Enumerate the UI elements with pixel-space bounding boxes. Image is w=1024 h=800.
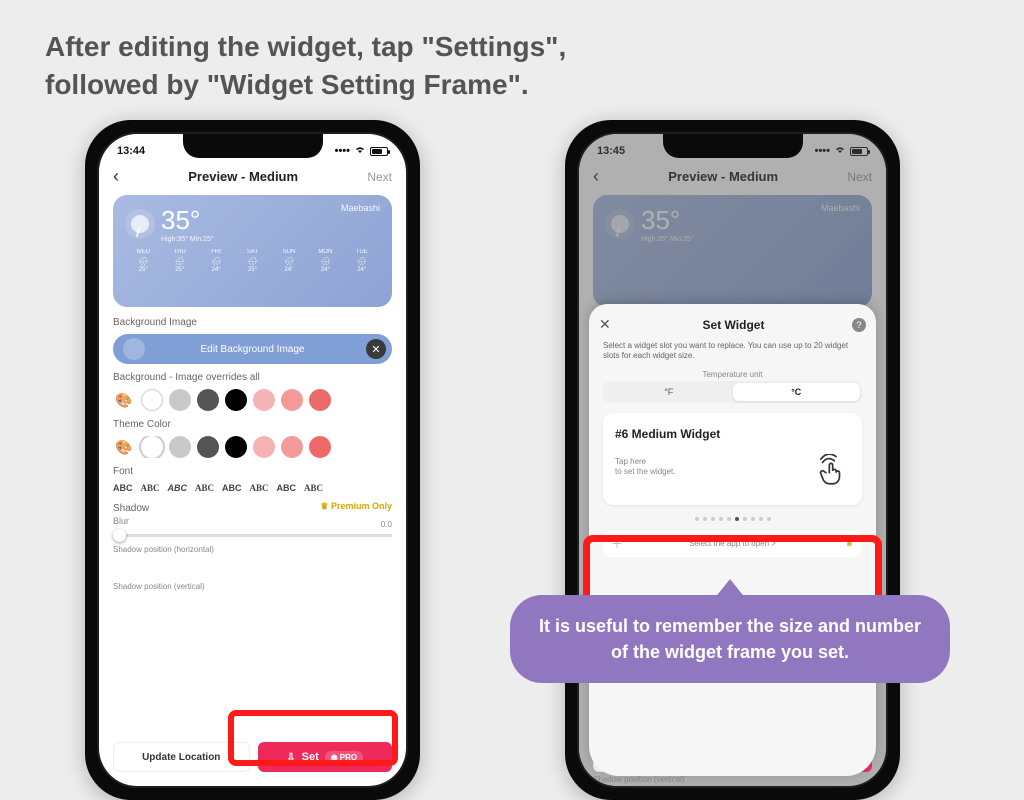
swatch-black[interactable]: [225, 389, 247, 411]
label-bg-override: Background - Image overrides all: [113, 372, 392, 383]
weather-icon: [125, 209, 155, 239]
font-option[interactable]: ABC: [222, 483, 242, 493]
tap-hand-icon: [814, 454, 848, 493]
set-button[interactable]: ⇩ Set ◉ PRO: [258, 742, 393, 772]
screen-right: 13:45 •••• ‹ Preview - Medium Next Maeba…: [579, 134, 886, 786]
tip-bubble: It is useful to remember the size and nu…: [510, 595, 950, 683]
signal-icon: ••••: [335, 145, 350, 157]
next-button[interactable]: Next: [367, 170, 392, 184]
pro-badge: ◉ PRO: [325, 751, 363, 764]
notch: [663, 134, 803, 158]
font-option[interactable]: ABC: [113, 483, 133, 493]
font-option[interactable]: ABC: [250, 483, 269, 493]
font-options: ABC ABC ABC ABC ABC ABC ABC ABC: [113, 483, 392, 493]
font-option[interactable]: ABC: [195, 483, 214, 493]
swatch-red[interactable]: [309, 436, 331, 458]
swatch-white[interactable]: [141, 389, 163, 411]
premium-badge: Premium Only: [320, 501, 392, 512]
crown-icon: ♛: [845, 538, 854, 549]
palette-icon[interactable]: 🎨: [113, 392, 135, 409]
label-theme-color: Theme Color: [113, 419, 392, 430]
content: Maebashi 35° High:35° Min:25° WED25° THU…: [99, 195, 406, 593]
unit-c[interactable]: °C: [733, 383, 861, 401]
palette-icon[interactable]: 🎨: [113, 439, 135, 456]
forecast-row: WED25° THU25° FRI24° SAT25° SUN24° MON24…: [125, 249, 380, 275]
label-shadow-vertical: Shadow position (vertical): [113, 582, 392, 591]
label-shadow-vertical: Shadow position (vertical): [593, 775, 685, 784]
swatch-pink1[interactable]: [253, 389, 275, 411]
notch: [183, 134, 323, 158]
status-icons: ••••: [335, 145, 388, 157]
modal-description: Select a widget slot you want to replace…: [599, 341, 866, 370]
swatch-black[interactable]: [225, 436, 247, 458]
blur-slider[interactable]: 0.0: [113, 534, 392, 537]
swatch-red[interactable]: [309, 389, 331, 411]
modal-title: Set Widget: [615, 318, 852, 332]
theme-color-swatches: 🎨: [113, 436, 392, 458]
swatch-white[interactable]: [141, 436, 163, 458]
download-icon: ⇩: [286, 751, 295, 764]
instruction-line1: After editing the widget, tap "Settings"…: [45, 28, 979, 66]
open-app-label: Select the app to open >: [689, 539, 776, 548]
font-option[interactable]: ABC: [168, 483, 188, 493]
label-font: Font: [113, 466, 392, 477]
update-location-button[interactable]: Update Location: [113, 742, 250, 772]
swatch-pink2[interactable]: [281, 389, 303, 411]
slot-pager[interactable]: [599, 517, 866, 521]
instruction-line2: followed by "Widget Setting Frame".: [45, 66, 979, 104]
bubble-icon: [123, 338, 145, 360]
edit-bg-label: Edit Background Image: [201, 344, 305, 355]
font-option[interactable]: ABC: [304, 483, 323, 493]
widget-slot-card[interactable]: #6 Medium Widget Tap here to set the wid…: [603, 413, 862, 505]
background-color-swatches: 🎨: [113, 389, 392, 411]
select-app-button[interactable]: ＋ Select the app to open > ♛: [603, 531, 862, 557]
font-option[interactable]: ABC: [141, 483, 160, 493]
plus-icon: ＋: [611, 535, 623, 552]
blur-value: 0.0: [381, 520, 392, 529]
label-shadow: Shadow: [113, 503, 149, 514]
set-widget-modal: ✕ Set Widget ? Select a widget slot you …: [589, 304, 876, 776]
status-time: 13:44: [117, 145, 145, 157]
swatch-grey[interactable]: [169, 436, 191, 458]
slider-thumb[interactable]: [113, 529, 126, 542]
weather-location: Maebashi: [341, 203, 380, 213]
close-icon[interactable]: ✕: [599, 316, 615, 333]
back-button[interactable]: ‹: [113, 166, 119, 187]
label-background-image: Background Image: [113, 317, 392, 328]
instruction-text: After editing the widget, tap "Settings"…: [45, 28, 979, 104]
help-icon[interactable]: ?: [852, 318, 866, 332]
edit-background-image-button[interactable]: Edit Background Image ✕: [113, 334, 392, 364]
label-blur: Blur: [113, 516, 392, 526]
bottom-toolbar: Update Location ⇩ Set ◉ PRO: [113, 742, 392, 772]
phone-right: 13:45 •••• ‹ Preview - Medium Next Maeba…: [565, 120, 900, 800]
weather-hilo: High:35° Min:25°: [161, 236, 214, 243]
phone-left: 13:44 •••• ‹ Preview - Medium Next Maeba…: [85, 120, 420, 800]
unit-f[interactable]: °F: [605, 383, 733, 401]
set-label: Set: [302, 751, 319, 763]
swatch-darkgrey[interactable]: [197, 389, 219, 411]
battery-icon: [370, 147, 388, 156]
swatch-darkgrey[interactable]: [197, 436, 219, 458]
topnav: ‹ Preview - Medium Next: [99, 162, 406, 195]
page-title: Preview - Medium: [188, 169, 298, 184]
screen-left: 13:44 •••• ‹ Preview - Medium Next Maeba…: [99, 134, 406, 786]
font-option[interactable]: ABC: [277, 483, 297, 493]
wifi-icon: [354, 145, 366, 157]
swatch-pink1[interactable]: [253, 436, 275, 458]
swatch-pink2[interactable]: [281, 436, 303, 458]
clear-bg-icon[interactable]: ✕: [366, 339, 386, 359]
slot-title: #6 Medium Widget: [615, 427, 850, 441]
weather-temp: 35°: [161, 205, 214, 236]
swatch-grey[interactable]: [169, 389, 191, 411]
weather-widget-preview: Maebashi 35° High:35° Min:25° WED25° THU…: [113, 195, 392, 307]
temperature-unit-segmented[interactable]: °F °C: [603, 381, 862, 403]
label-temp-unit: Temperature unit: [599, 370, 866, 379]
label-shadow-horizontal: Shadow position (horizontal): [113, 545, 392, 554]
